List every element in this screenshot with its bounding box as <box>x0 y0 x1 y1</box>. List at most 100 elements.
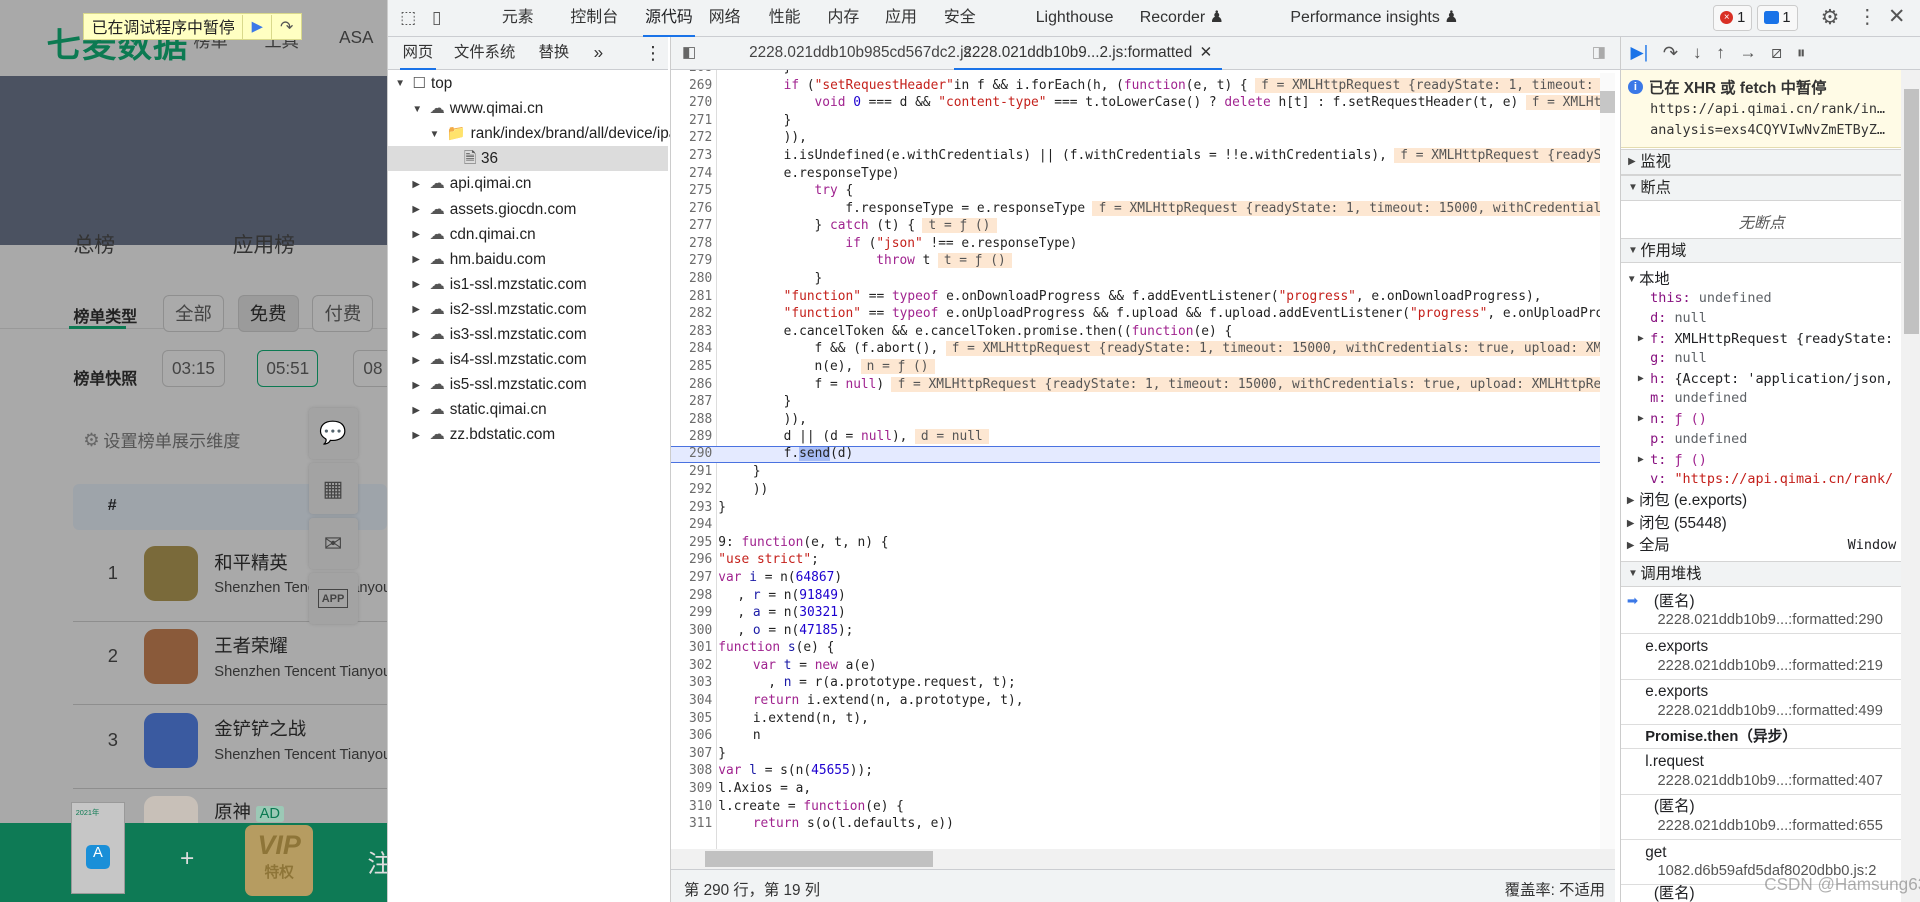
sidebar-scrollbar[interactable] <box>1901 69 1920 902</box>
code-line[interactable]: 311 return s(o(l.defaults, e)) <box>671 815 1602 833</box>
app-name[interactable]: 和平精英 <box>214 549 287 575</box>
collapsed-triangle-icon[interactable]: ▶ <box>412 247 424 272</box>
line-number[interactable]: 272 <box>671 129 712 146</box>
pause-on-exceptions-icon[interactable]: ⏸ <box>1797 42 1806 63</box>
line-number[interactable]: 269 <box>671 77 712 94</box>
expand-triangle-icon[interactable]: ▶ <box>1627 536 1639 556</box>
line-number[interactable]: 290 <box>671 447 712 462</box>
code-line[interactable]: 285 n(e), n = ƒ () <box>671 358 1602 376</box>
global-scope[interactable]: ▶ 全局 Window <box>1627 536 1896 556</box>
code-line[interactable]: 275 try { <box>671 182 1602 200</box>
scope-variable[interactable]: m: undefined <box>1638 389 1747 409</box>
mail-button[interactable]: ✉ <box>308 517 358 570</box>
line-number[interactable]: 296 <box>671 551 712 568</box>
code-line[interactable]: 295 9: function(e, t, n) { <box>671 534 1602 552</box>
tree-item[interactable]: 🗎 36 <box>387 146 669 172</box>
tab-apps[interactable]: 应用榜 <box>233 228 295 258</box>
scope-variable[interactable]: ▶ f: XMLHttpRequest {readyState: 1 <box>1638 329 1901 349</box>
tree-item[interactable]: ▶ ☁ is4-ssl.mzstatic.com <box>388 347 668 372</box>
code-line[interactable]: 277} catch (t) {t = ƒ () <box>671 217 1602 235</box>
code-line[interactable]: 293} <box>671 499 1602 517</box>
code-line[interactable]: 283 e.cancelToken && e.cancelToken.promis… <box>671 323 1602 341</box>
expand-triangle-icon[interactable]: ▶ <box>1638 409 1650 429</box>
type-free-button[interactable]: 免费 <box>237 295 299 332</box>
resume-icon[interactable]: ▶| <box>1631 42 1649 63</box>
code-line[interactable]: 278 if ("json" !== e.responseType) <box>671 235 1602 253</box>
expand-triangle-icon[interactable]: ▶ <box>1638 450 1650 470</box>
collapsed-triangle-icon[interactable]: ▶ <box>412 297 424 322</box>
code-line[interactable]: 274 e.responseType) <box>671 165 1602 183</box>
collapsed-triangle-icon[interactable]: ▶ <box>412 423 424 448</box>
line-number[interactable]: 306 <box>671 727 712 744</box>
frame-location[interactable]: 2228.021ddb10b9...:formatted:655 <box>1658 818 1883 835</box>
step-over-icon[interactable]: ↷ <box>1663 42 1678 64</box>
main-tab[interactable]: 元素 <box>502 0 534 37</box>
nav-tab-page[interactable]: 网页 <box>400 37 436 70</box>
main-tab[interactable]: 应用 <box>885 0 917 37</box>
collapsed-triangle-icon[interactable]: ▶ <box>412 348 424 373</box>
code-line[interactable]: 279 throw t t = ƒ () <box>671 252 1602 270</box>
main-tab[interactable]: 网络 <box>709 0 741 37</box>
line-number[interactable]: 294 <box>671 516 712 533</box>
error-badge[interactable]: × 1 <box>1712 4 1753 31</box>
call-frame[interactable]: e.exports 2228.021ddb10b9...:formatted:49… <box>1620 680 1902 725</box>
code-line[interactable]: 308 var l = s(n(45655)); <box>671 762 1602 780</box>
toggle-navigator-icon[interactable]: ◧ <box>682 37 696 70</box>
tree-item[interactable]: ▶ ☁ zz.bdstatic.com <box>388 422 668 447</box>
line-number[interactable]: 279 <box>671 252 712 269</box>
app-button[interactable]: APP <box>308 573 358 625</box>
report-book-image[interactable]: 2021年 A <box>71 802 125 894</box>
code-line[interactable]: 287} <box>671 393 1602 411</box>
scope-section[interactable]: ▼ 作用域 <box>1620 237 1902 264</box>
more-options-icon[interactable]: ⋮ <box>1857 5 1877 29</box>
frame-location[interactable]: 2228.021ddb10b9...:formatted:290 <box>1658 612 1883 629</box>
collapsed-triangle-icon[interactable]: ▶ <box>412 222 424 247</box>
code-line[interactable]: 269 if ("setRequestHeader"in f && i.forEa… <box>671 77 1602 95</box>
code-line[interactable]: 299, a = n(30321) <box>671 604 1602 622</box>
tree-item[interactable]: ▶ ☁ cdn.qimai.cn <box>388 222 668 247</box>
line-number[interactable]: 301 <box>671 639 712 656</box>
main-tab[interactable]: 性能 <box>769 0 801 37</box>
code-line[interactable]: 297 var i = n(64867) <box>671 569 1602 587</box>
expanded-triangle-icon[interactable]: ▼ <box>395 71 407 96</box>
navigator-menu-icon[interactable]: ⋮ <box>644 37 662 70</box>
app-name[interactable]: 原神 AD <box>214 798 284 824</box>
line-number[interactable]: 284 <box>671 340 712 357</box>
step-icon[interactable]: → <box>1739 42 1756 63</box>
app-name[interactable]: 王者荣耀 <box>214 632 287 658</box>
nav-tab-overrides[interactable]: 替换 <box>539 37 570 70</box>
code-line[interactable]: 304 return i.extend(n, a.prototype, t), <box>671 692 1602 710</box>
watch-section[interactable]: ▶ 监视 <box>1620 149 1902 176</box>
scope-variable[interactable]: this: undefined <box>1638 289 1772 309</box>
frame-location[interactable]: 2228.021ddb10b9...:formatted:219 <box>1658 658 1883 675</box>
hscroll-thumb[interactable] <box>704 851 933 867</box>
expanded-triangle-icon[interactable]: ▼ <box>430 122 442 147</box>
more-tabs-button[interactable]: » <box>594 37 604 70</box>
scroll-thumb[interactable] <box>1600 90 1615 113</box>
line-number[interactable]: 270 <box>671 94 712 111</box>
nav-tab-filesystem[interactable]: 文件系统 <box>454 37 515 70</box>
line-number[interactable]: 310 <box>671 798 712 815</box>
close-tab-icon[interactable]: ✕ <box>1200 37 1213 68</box>
step-into-icon[interactable]: ↓ <box>1693 42 1702 63</box>
resume-button[interactable]: ▶ <box>242 14 271 40</box>
app-icon[interactable] <box>144 629 199 685</box>
code-line[interactable]: 286 f = null) f = XMLHttpRequest {readySta… <box>671 376 1602 394</box>
frame-location[interactable]: 2228.021ddb10b9...:formatted:499 <box>1658 703 1883 720</box>
tree-item[interactable]: ▼ ☐ top <box>388 71 668 96</box>
line-number[interactable]: 289 <box>671 428 712 445</box>
tree-item[interactable]: ▶ ☁ static.qimai.cn <box>388 397 668 422</box>
line-number[interactable]: 271 <box>671 112 712 129</box>
snapshot-next[interactable]: 08 <box>352 350 387 387</box>
code-line[interactable]: 292)) <box>671 481 1602 499</box>
call-frame[interactable]: ➡ (匿名) 2228.021ddb10b9...:formatted:290 <box>1620 589 1902 635</box>
line-number[interactable]: 277 <box>671 217 712 234</box>
app-name[interactable]: 金铲铲之战 <box>214 715 306 741</box>
code-line[interactable]: 270 void 0 === d && "content-type" === t.… <box>671 94 1602 112</box>
main-tab[interactable]: 内存 <box>828 0 860 37</box>
scope-variable[interactable]: v: "https://api.qimai.cn/rank/ <box>1638 470 1893 490</box>
scope-variable[interactable]: ▶ n: ƒ () <box>1638 409 1707 429</box>
line-number[interactable]: 286 <box>671 376 712 393</box>
message-badge[interactable]: 1 <box>1756 4 1798 31</box>
code-line[interactable]: 272)), <box>671 129 1602 147</box>
